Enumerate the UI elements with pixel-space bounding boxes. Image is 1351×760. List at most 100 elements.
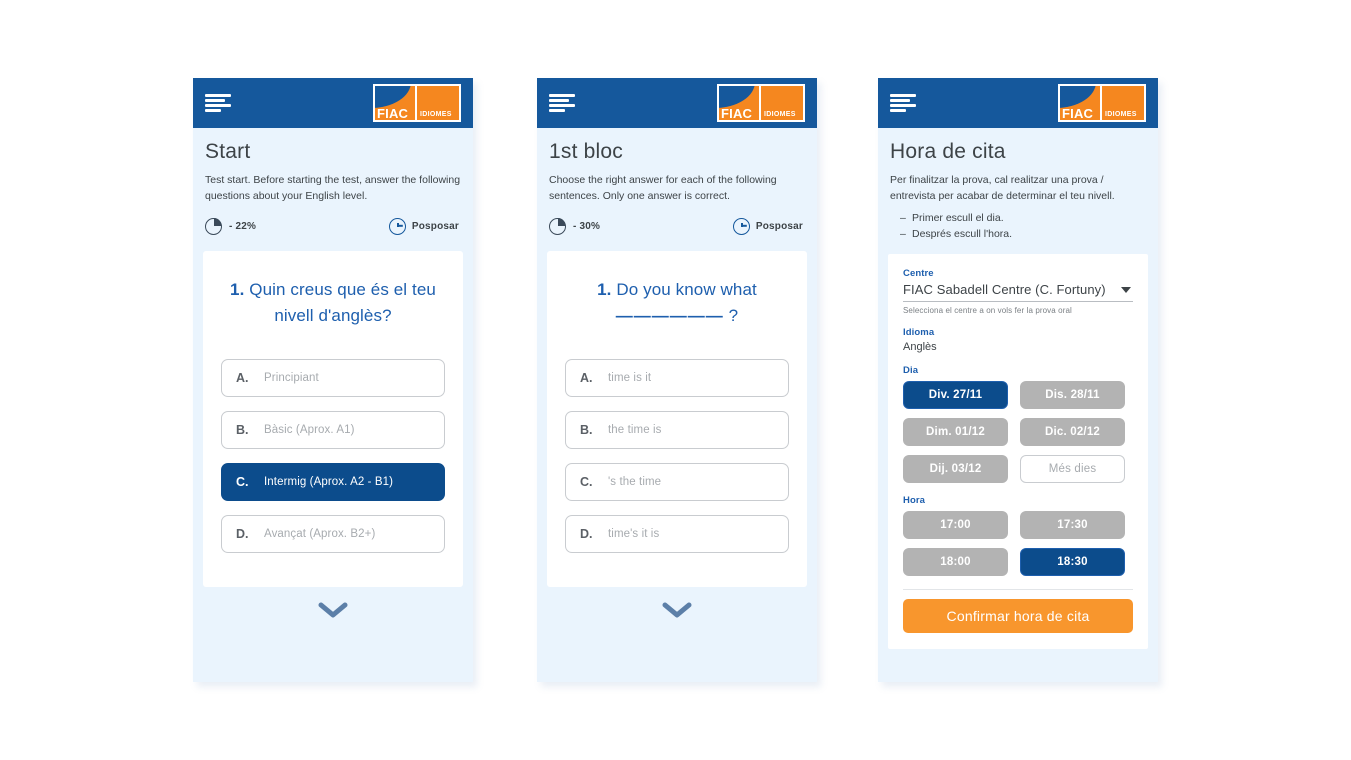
day-chip[interactable]: Dic. 02/12: [1020, 418, 1125, 446]
phone-mockup-appointment: FIAC IDIOMES Hora de cita Per finalitzar…: [878, 78, 1158, 682]
answer-option-d[interactable]: D. Avançat (Aprox. B2+): [221, 515, 445, 553]
fiac-idiomes-logo: FIAC IDIOMES: [373, 84, 461, 122]
idioma-field-label: Idioma: [903, 327, 935, 338]
chevron-down-icon: [1121, 286, 1131, 293]
instruction-list: Primer escull el dia. Després escull l'h…: [890, 210, 1146, 242]
logo-right-block: IDIOMES: [417, 86, 459, 120]
page-title: Hora de cita: [890, 140, 1006, 163]
logo-idiomes-text: IDIOMES: [764, 111, 796, 118]
option-key: A.: [236, 371, 249, 385]
logo-right-block: IDIOMES: [1102, 86, 1144, 120]
postpone-control[interactable]: Posposar: [388, 218, 459, 235]
progress-indicator: - 30%: [549, 218, 600, 235]
page-title: Start: [205, 140, 251, 163]
page-title: 1st bloc: [549, 140, 623, 163]
option-label: 's the time: [608, 476, 662, 488]
pie-progress-icon: [205, 218, 222, 235]
option-label: Avançat (Aprox. B2+): [264, 528, 376, 540]
logo-left-block: FIAC: [719, 86, 761, 120]
screenshot-stage: FIAC IDIOMES Start Test start. Before st…: [0, 0, 1351, 760]
answer-option-b[interactable]: B. the time is: [565, 411, 789, 449]
logo-left-block: FIAC: [375, 86, 417, 120]
dia-field-label: Dia: [903, 365, 919, 376]
intro-section: Hora de cita Per finalitzar la prova, ca…: [878, 128, 1158, 242]
option-label: Bàsic (Aprox. A1): [264, 424, 355, 436]
answer-option-c[interactable]: C. 's the time: [565, 463, 789, 501]
answer-option-a[interactable]: A. Principiant: [221, 359, 445, 397]
day-chip[interactable]: Dim. 01/12: [903, 418, 1008, 446]
page-description: Choose the right answer for each of the …: [549, 174, 777, 202]
option-key: B.: [236, 423, 249, 437]
day-chip[interactable]: Dij. 03/12: [903, 455, 1008, 483]
divider: [903, 589, 1133, 590]
app-header: FIAC IDIOMES: [537, 78, 817, 128]
question-card: 1. Do you know what —————— ? A. time is …: [547, 251, 807, 587]
answer-option-b[interactable]: B. Bàsic (Aprox. A1): [221, 411, 445, 449]
app-header: FIAC IDIOMES: [193, 78, 473, 128]
logo-fiac-text: FIAC: [721, 106, 753, 120]
logo-arc-shape: [719, 86, 755, 108]
scroll-down-control[interactable]: [537, 587, 817, 633]
app-header: FIAC IDIOMES: [878, 78, 1158, 128]
logo-left-block: FIAC: [1060, 86, 1102, 120]
option-key: C.: [580, 475, 593, 489]
centre-selected-value: FIAC Sabadell Centre (C. Fortuny): [903, 282, 1106, 297]
option-key: C.: [236, 475, 249, 489]
answer-option-a[interactable]: A. time is it: [565, 359, 789, 397]
option-key: A.: [580, 371, 593, 385]
hamburger-menu-icon[interactable]: [205, 94, 231, 112]
logo-idiomes-text: IDIOMES: [1105, 111, 1137, 118]
hamburger-menu-icon[interactable]: [890, 94, 916, 112]
progress-label: - 22%: [229, 221, 257, 232]
centre-field-hint: Selecciona el centre a on vols fer la pr…: [903, 306, 1072, 315]
time-chip-grid: 17:00 17:30 18:00 18:30: [903, 511, 1133, 576]
day-chip[interactable]: Dis. 28/11: [1020, 381, 1125, 409]
intro-section: Start Test start. Before starting the te…: [193, 128, 473, 235]
answer-option-c[interactable]: C. Intermig (Aprox. A2 - B1): [221, 463, 445, 501]
intro-section: 1st bloc Choose the right answer for eac…: [537, 128, 817, 235]
time-chip[interactable]: 18:00: [903, 548, 1008, 576]
centre-select[interactable]: FIAC Sabadell Centre (C. Fortuny): [903, 282, 1133, 302]
fiac-idiomes-logo: FIAC IDIOMES: [717, 84, 805, 122]
question-blank: ——————: [615, 306, 724, 325]
logo-fiac-text: FIAC: [1062, 106, 1094, 120]
more-days-button[interactable]: Més dies: [1020, 455, 1125, 483]
option-key: D.: [580, 527, 593, 541]
clock-icon: [388, 218, 406, 235]
option-label: time is it: [608, 372, 652, 384]
fiac-idiomes-logo: FIAC IDIOMES: [1058, 84, 1146, 122]
time-chip-selected[interactable]: 18:30: [1020, 548, 1125, 576]
postpone-label: Posposar: [755, 221, 803, 232]
chevron-down-icon: [318, 602, 348, 617]
answer-option-d[interactable]: D. time's it is: [565, 515, 789, 553]
question-suffix: ?: [728, 306, 739, 325]
question-card: 1. Quin creus que és el teu nivell d'ang…: [203, 251, 463, 587]
chevron-down-icon: [662, 602, 692, 617]
day-chip-selected[interactable]: Div. 27/11: [903, 381, 1008, 409]
question-text: Do you know what: [616, 280, 757, 299]
postpone-label: Posposar: [411, 221, 459, 232]
confirm-appointment-button[interactable]: Confirmar hora de cita: [903, 599, 1133, 633]
pie-progress-icon: [549, 218, 566, 235]
postpone-control[interactable]: Posposar: [732, 218, 803, 235]
logo-idiomes-text: IDIOMES: [420, 111, 452, 118]
scroll-down-control[interactable]: [193, 587, 473, 633]
question-title: 1. Quin creus que és el teu nivell d'ang…: [221, 277, 445, 329]
appointment-card: Centre FIAC Sabadell Centre (C. Fortuny)…: [888, 254, 1148, 649]
time-chip[interactable]: 17:00: [903, 511, 1008, 539]
logo-fiac-text: FIAC: [377, 106, 409, 120]
idioma-value: Anglès: [903, 341, 937, 353]
hamburger-menu-icon[interactable]: [549, 94, 575, 112]
logo-right-block: IDIOMES: [761, 86, 803, 120]
option-label: Principiant: [264, 372, 319, 384]
question-text: Quin creus que és el teu nivell d'anglès…: [249, 280, 436, 325]
day-chip-grid: Div. 27/11 Dis. 28/11 Dim. 01/12 Dic. 02…: [903, 381, 1133, 483]
time-chip[interactable]: 17:30: [1020, 511, 1125, 539]
progress-label: - 30%: [573, 221, 601, 232]
phone-mockup-bloc1: FIAC IDIOMES 1st bloc Choose the right a…: [537, 78, 817, 682]
question-title: 1. Do you know what —————— ?: [565, 277, 789, 329]
option-key: D.: [236, 527, 249, 541]
meta-row: - 22% Posposar: [205, 218, 461, 235]
option-key: B.: [580, 423, 593, 437]
meta-row: - 30% Posposar: [549, 218, 805, 235]
